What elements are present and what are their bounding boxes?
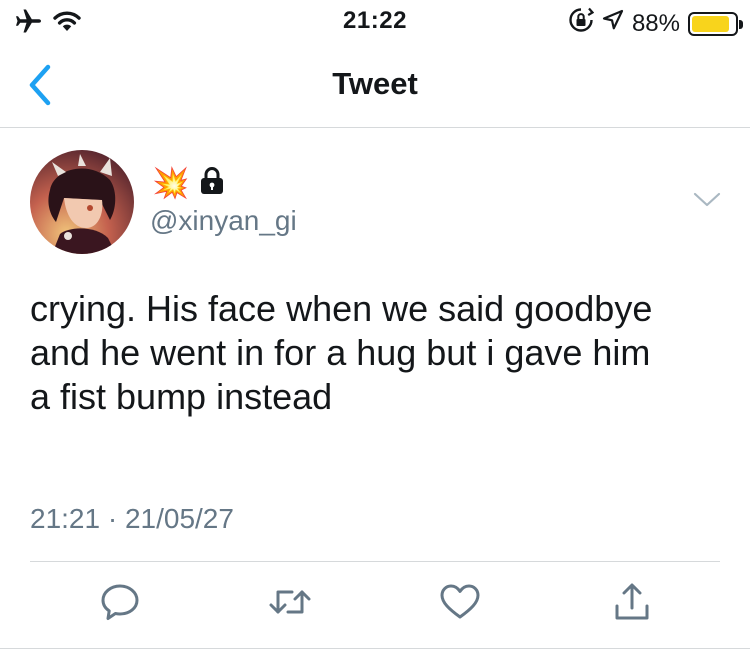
share-button[interactable] [608,580,656,628]
battery-percent: 88% [631,9,680,37]
like-button[interactable] [436,580,484,628]
tweet-text-line: and he went in for a hug but i gave him [30,332,651,373]
orientation-lock-icon [568,7,595,40]
page-title: Tweet [332,66,418,101]
chevron-down-icon [692,192,722,216]
tweet-text-line: a fist bump instead [30,376,333,417]
display-name-emoji[interactable]: 💥 [152,167,189,201]
battery-icon [688,11,743,36]
bottom-divider [0,648,750,649]
location-icon [602,9,624,38]
retweet-icon [268,585,312,624]
lock-icon [199,166,225,201]
status-bar-right: 88% [568,7,743,40]
reply-button[interactable] [96,580,144,628]
tweet-text: crying. His face when we said goodbye an… [30,287,730,419]
divider [30,561,720,562]
battery-level [692,15,729,32]
user-handle[interactable]: @xinyan_gi [150,205,297,237]
nav-bar: Tweet [0,44,750,128]
retweet-button[interactable] [266,580,314,628]
user-name-row: 💥 [152,166,225,201]
tweet-text-line: crying. His face when we said goodbye [30,288,653,329]
tweet-timestamp[interactable]: 21:21 · 21/05/27 [30,503,234,535]
tweet-options-button[interactable] [692,188,722,212]
tweet-actions [0,580,750,630]
reply-icon [100,583,140,626]
avatar[interactable] [30,150,134,254]
status-bar: 21:22 88% [0,0,750,44]
battery-tip [739,19,743,29]
share-icon [613,582,651,627]
like-icon [439,583,481,626]
